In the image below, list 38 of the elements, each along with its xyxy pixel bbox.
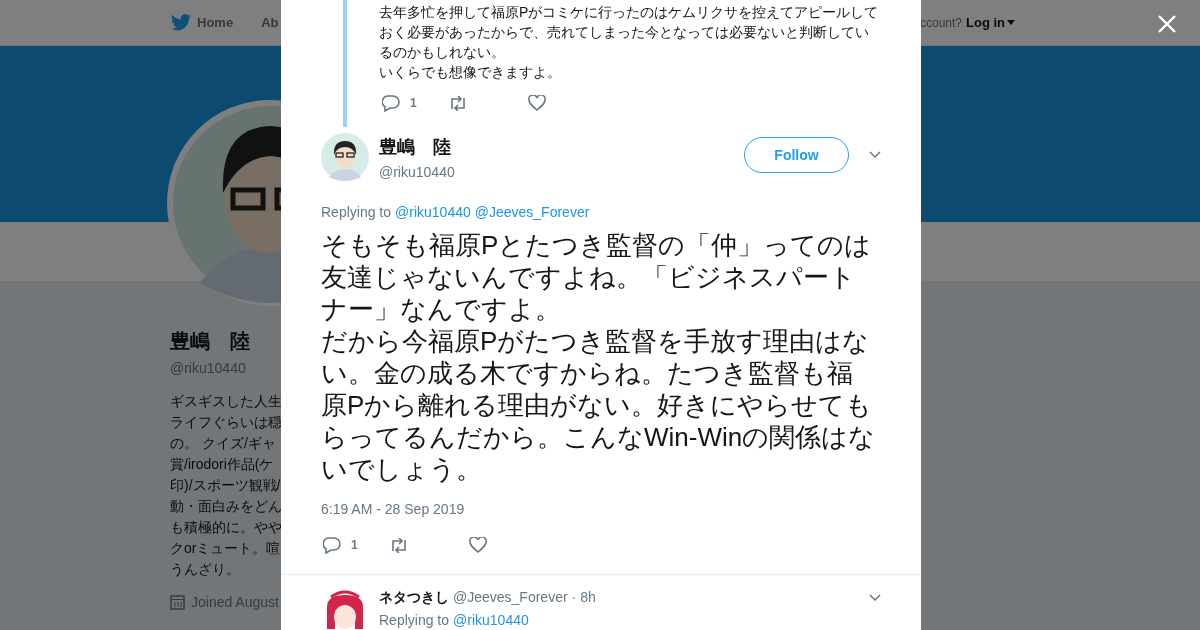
avatar-icon (321, 133, 369, 181)
tweet-age: · 8h (571, 588, 596, 607)
about-link[interactable]: Ab (261, 12, 279, 33)
tweet-text: そもそも福原Pとたつき監督の「仲」ってのは友達じゃないんですよね。「ビジネスパートナー」なんですよ。 (321, 229, 873, 325)
author-name: ネタつきし (379, 588, 449, 607)
tweet-text: いくらでも想像できますよ。 (379, 63, 562, 82)
reply-count: 1 (351, 537, 359, 554)
profile-bio: ギスギスした人生 ライフぐらいは穏 の。 クイズ/ギャ 賞/irodori作品(ケ 印)/スポーツ観戦/ 動・面白みをどん も積極的に。やや クorミュート。喧 うんざり。 (170, 392, 281, 579)
joined-date: Joined August (191, 593, 279, 612)
login-link[interactable]: Log in (966, 12, 1015, 33)
profile-handle: @riku10440 (170, 359, 247, 378)
reply-count: 1 (410, 95, 418, 112)
mention-link[interactable]: @riku10440 (395, 202, 471, 223)
reply-icon[interactable] (382, 94, 400, 112)
replying-label: Replying to (379, 611, 450, 630)
calendar-icon (170, 595, 185, 610)
chevron-down-icon[interactable] (869, 151, 881, 158)
account-prompt: ccount? (919, 14, 962, 32)
heart-icon[interactable] (528, 95, 546, 111)
profile-name: 豊嶋 陸 (170, 329, 251, 354)
tweet-timestamp: 6:19 AM - 28 Sep 2019 (321, 500, 466, 519)
mention-link[interactable]: @Jeeves_Forever (474, 202, 590, 223)
retweet-icon[interactable] (389, 537, 409, 553)
author-name: 豊嶋 陸 (379, 136, 452, 159)
close-icon[interactable] (1158, 15, 1176, 33)
tweet-text: だから今福原Pがたつき監督を手放す理由はない。金の成る木ですからね。たつき監督も福原Pから離れる理由がない。好きにやらせてもらってるんだから。こんなWin-Winの関係はないでしょう。 (321, 325, 877, 485)
heart-icon[interactable] (469, 537, 487, 553)
retweet-icon[interactable] (448, 95, 468, 111)
reply-icon[interactable] (323, 536, 341, 554)
chevron-down-icon[interactable] (869, 594, 881, 601)
bird-icon (171, 14, 191, 31)
caret-icon (1007, 20, 1015, 25)
mention-link[interactable]: @riku10440 (453, 610, 529, 630)
home-link[interactable]: Home (197, 12, 234, 33)
replying-label: Replying to (321, 203, 392, 222)
author-handle: @riku10440 (379, 163, 455, 182)
author-handle: @Jeeves_Forever (453, 588, 568, 607)
tweet-text: 去年多忙を押して福原Pがコミケに行ったのはケムリクサを控えてアピールしておく必要があったからで、売れてしまった今となっては必要ないと判断しているのかもしれない。 (379, 3, 879, 62)
